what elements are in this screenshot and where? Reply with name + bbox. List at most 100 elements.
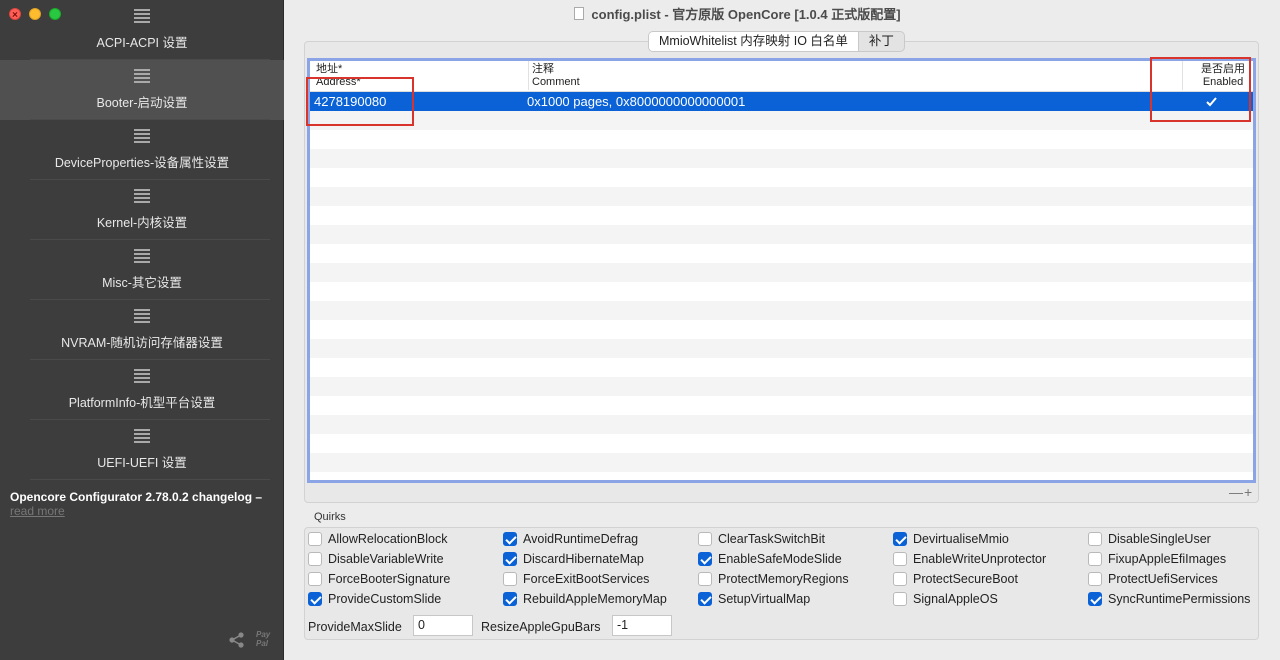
table-body: 4278190080 0x1000 pages, 0x8000000000000… (310, 92, 1253, 472)
sidebar-item-label: Misc-其它设置 (102, 276, 182, 290)
quirk-label: ClearTaskSwitchBit (718, 532, 825, 546)
checkbox-unchecked-icon[interactable] (308, 532, 322, 546)
sidebar-item-label: Booter-启动设置 (96, 96, 188, 110)
sidebar-item-acpi[interactable]: ACPI-ACPI 设置 (0, 0, 284, 60)
quirk-label: SignalAppleOS (913, 592, 998, 606)
quirk-checkbox-item[interactable]: DiscardHibernateMap (503, 551, 644, 567)
quirk-checkbox-item[interactable]: ProtectSecureBoot (893, 571, 1018, 587)
quirk-checkbox-item[interactable]: DisableSingleUser (1088, 531, 1211, 547)
sidebar-item-nvram[interactable]: NVRAM-随机访问存储器设置 (0, 300, 284, 360)
quirk-label: SetupVirtualMap (718, 592, 811, 606)
highlight-box-address (306, 77, 414, 126)
add-remove-row-buttons[interactable]: —+ (1229, 484, 1253, 500)
checkbox-unchecked-icon[interactable] (1088, 552, 1102, 566)
window-title: config.plist - 官方原版 OpenCore [1.0.4 正式版配… (591, 6, 901, 22)
sidebar-item-booter[interactable]: Booter-启动设置 (0, 60, 284, 120)
quirk-checkbox-item[interactable]: DisableVariableWrite (308, 551, 444, 567)
share-icon[interactable] (228, 631, 246, 649)
table-row-empty (310, 415, 1253, 434)
list-icon (134, 309, 150, 323)
checkbox-checked-icon[interactable] (503, 532, 517, 546)
header-comment-en: Comment (532, 76, 580, 88)
resize-gpu-bars-label: ResizeAppleGpuBars (481, 620, 601, 634)
checkbox-checked-icon[interactable] (503, 552, 517, 566)
quirks-label: Quirks (314, 511, 346, 523)
checkbox-unchecked-icon[interactable] (1088, 532, 1102, 546)
sidebar-item-misc[interactable]: Misc-其它设置 (0, 240, 284, 300)
checkbox-unchecked-icon[interactable] (893, 552, 907, 566)
highlight-box-enabled (1150, 57, 1251, 122)
checkbox-checked-icon[interactable] (1088, 592, 1102, 606)
list-icon (134, 369, 150, 383)
table-row-empty (310, 358, 1253, 377)
quirk-checkbox-item[interactable]: ProvideCustomSlide (308, 591, 441, 607)
sidebar-item-kernel[interactable]: Kernel-内核设置 (0, 180, 284, 240)
header-address-cn: 地址* (316, 63, 343, 75)
list-icon (134, 249, 150, 263)
quirk-checkbox-item[interactable]: AllowRelocationBlock (308, 531, 448, 547)
table-row-empty (310, 244, 1253, 263)
checkbox-unchecked-icon[interactable] (308, 552, 322, 566)
quirk-label: DevirtualiseMmio (913, 532, 1009, 546)
table-row-empty (310, 111, 1253, 130)
column-header-comment[interactable]: 注释 Comment (528, 61, 580, 90)
sidebar-item-platforminfo[interactable]: PlatformInfo-机型平台设置 (0, 360, 284, 420)
provide-max-slide-input[interactable]: 0 (413, 615, 473, 636)
checkbox-checked-icon[interactable] (308, 592, 322, 606)
checkbox-checked-icon[interactable] (503, 592, 517, 606)
cell-comment[interactable]: 0x1000 pages, 0x8000000000000001 (527, 94, 745, 109)
quirk-checkbox-item[interactable]: EnableWriteUnprotector (893, 551, 1046, 567)
table-row-empty (310, 130, 1253, 149)
header-comment-cn: 注释 (532, 63, 554, 75)
quirk-label: AllowRelocationBlock (328, 532, 448, 546)
quirk-checkbox-item[interactable]: DevirtualiseMmio (893, 531, 1009, 547)
checkbox-unchecked-icon[interactable] (893, 572, 907, 586)
checkbox-unchecked-icon[interactable] (1088, 572, 1102, 586)
quirk-checkbox-item[interactable]: SignalAppleOS (893, 591, 998, 607)
checkbox-checked-icon[interactable] (698, 552, 712, 566)
quirk-checkbox-item[interactable]: SetupVirtualMap (698, 591, 810, 607)
checkbox-checked-icon[interactable] (893, 532, 907, 546)
quirk-checkbox-item[interactable]: RebuildAppleMemoryMap (503, 591, 667, 607)
quirk-checkbox-item[interactable]: ClearTaskSwitchBit (698, 531, 825, 547)
checkbox-unchecked-icon[interactable] (698, 532, 712, 546)
checkbox-checked-icon[interactable] (698, 592, 712, 606)
quirk-checkbox-item[interactable]: AvoidRuntimeDefrag (503, 531, 638, 547)
mmio-whitelist-table[interactable]: 地址* Address* 注释 Comment 是否启用 Enabled 427… (307, 58, 1256, 483)
paypal-logo[interactable]: Pay Pal (256, 630, 270, 648)
quirk-checkbox-item[interactable]: EnableSafeModeSlide (698, 551, 842, 567)
quirk-checkbox-item[interactable]: ForceBooterSignature (308, 571, 450, 587)
table-row-empty (310, 377, 1253, 396)
table-row[interactable]: 4278190080 0x1000 pages, 0x8000000000000… (310, 92, 1253, 111)
quirk-checkbox-item[interactable]: ProtectUefiServices (1088, 571, 1218, 587)
quirk-label: FixupAppleEfiImages (1108, 552, 1227, 566)
quirk-checkbox-item[interactable]: ProtectMemoryRegions (698, 571, 849, 587)
sidebar-item-label: UEFI-UEFI 设置 (97, 456, 187, 470)
sidebar-item-uefi[interactable]: UEFI-UEFI 设置 (0, 420, 284, 480)
table-row-empty (310, 320, 1253, 339)
table-row-empty (310, 225, 1253, 244)
quirk-checkbox-item[interactable]: ForceExitBootServices (503, 571, 649, 587)
table-row-empty (310, 301, 1253, 320)
checkbox-unchecked-icon[interactable] (503, 572, 517, 586)
read-more-link[interactable]: read more (10, 504, 65, 518)
quirk-label: EnableSafeModeSlide (718, 552, 842, 566)
checkbox-unchecked-icon[interactable] (698, 572, 712, 586)
quirk-label: SyncRuntimePermissions (1108, 592, 1251, 606)
tab-patch[interactable]: 补丁 (859, 32, 904, 51)
sidebar-item-label: NVRAM-随机访问存储器设置 (61, 336, 223, 350)
sidebar-item-deviceproperties[interactable]: DeviceProperties-设备属性设置 (0, 120, 284, 180)
quirk-checkbox-item[interactable]: FixupAppleEfiImages (1088, 551, 1226, 567)
checkbox-unchecked-icon[interactable] (308, 572, 322, 586)
sidebar-item-label: PlatformInfo-机型平台设置 (68, 396, 216, 410)
table-row-empty (310, 396, 1253, 415)
tab-mmio-whitelist[interactable]: MmioWhitelist 内存映射 IO 白名单 (649, 32, 859, 51)
quirk-label: RebuildAppleMemoryMap (523, 592, 667, 606)
resize-gpu-bars-input[interactable]: -1 (612, 615, 672, 636)
quirk-checkbox-item[interactable]: SyncRuntimePermissions (1088, 591, 1250, 607)
paypal-line-1: Pay (256, 630, 271, 639)
list-icon (134, 129, 150, 143)
checkbox-unchecked-icon[interactable] (893, 592, 907, 606)
quirk-label: ForceExitBootServices (523, 572, 650, 586)
sidebar-item-label: Kernel-内核设置 (96, 216, 188, 230)
